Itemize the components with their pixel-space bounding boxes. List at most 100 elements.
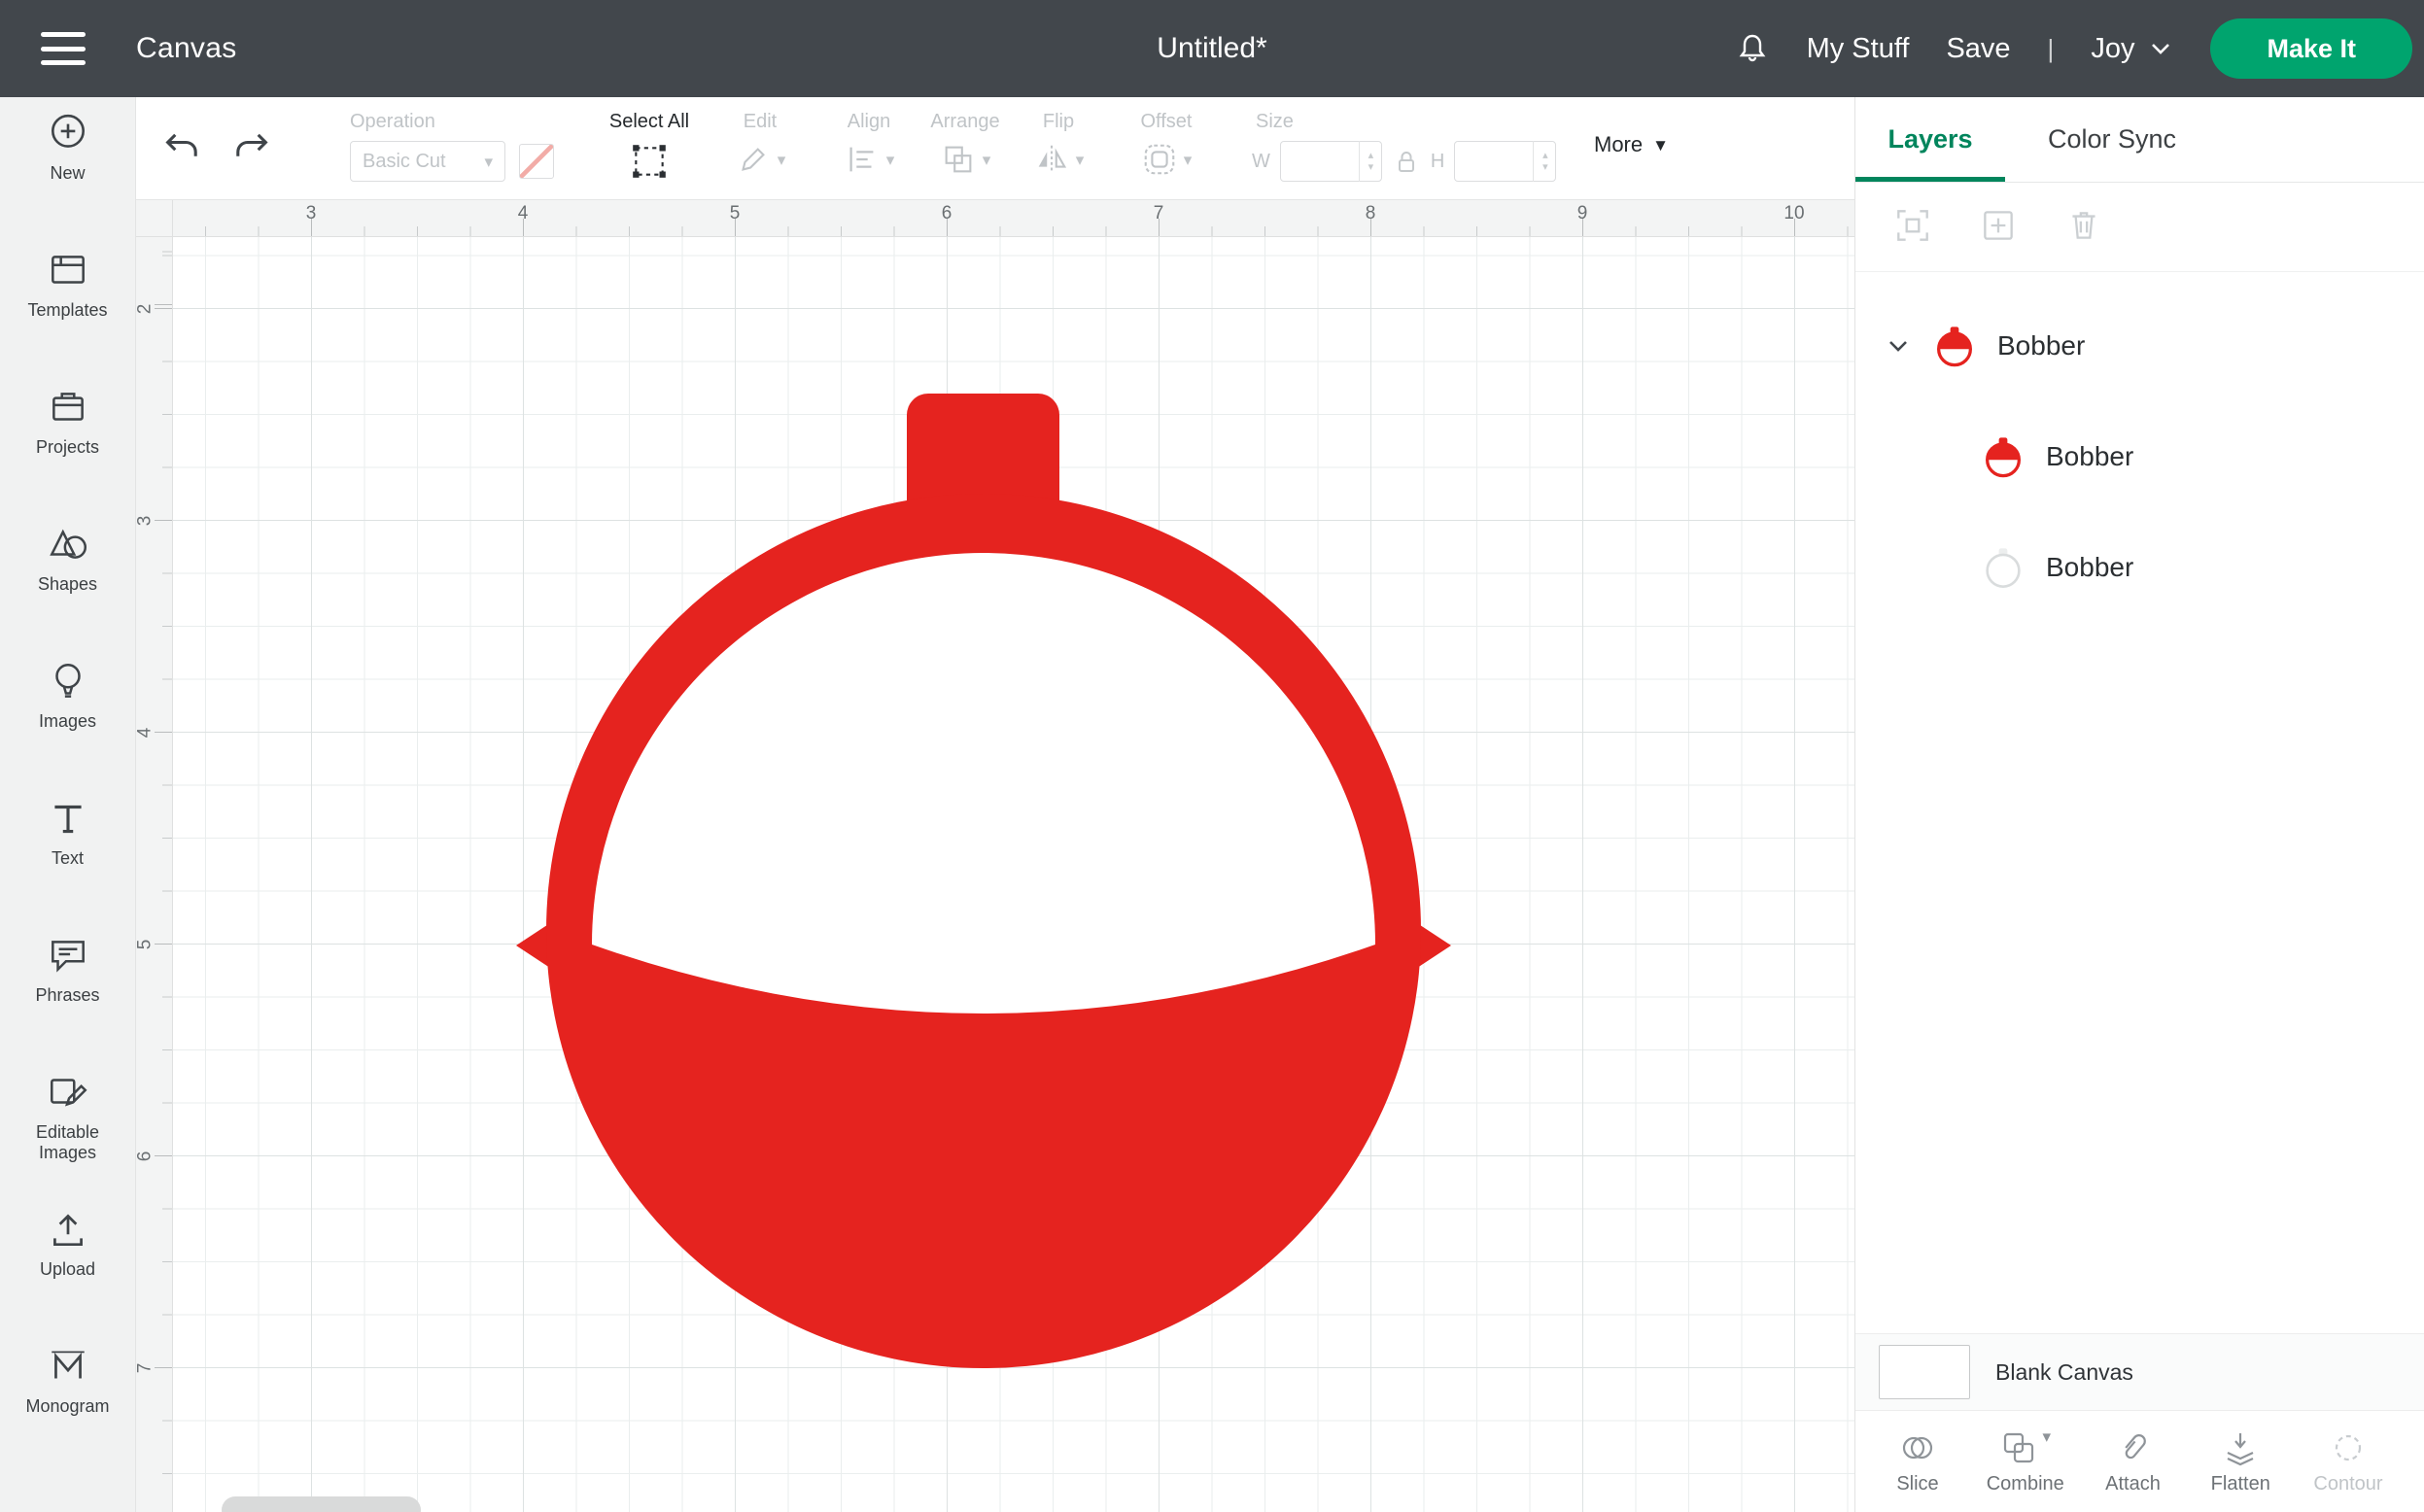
blank-canvas-row[interactable]: Blank Canvas <box>1855 1333 2424 1411</box>
tab-layers[interactable]: Layers <box>1855 97 2005 182</box>
chevron-down-icon <box>2152 44 2170 54</box>
top-bar: Canvas Untitled* My Stuff Save | Joy Mak… <box>0 0 2424 97</box>
bell-icon <box>1739 34 1765 62</box>
ruler-mark: 6 <box>941 203 952 223</box>
pencil-icon <box>741 148 765 171</box>
layer-row[interactable]: Bobber <box>1885 422 2424 492</box>
sidebar-item-new[interactable]: New <box>0 111 135 248</box>
size-group: Size W ▴ ▾ H ▴ ▾ <box>1252 111 1557 182</box>
align-dropdown[interactable]: ▾ <box>828 141 910 178</box>
width-stepper[interactable]: ▴ ▾ <box>1358 141 1382 182</box>
width-label: W <box>1252 150 1270 172</box>
undo-button[interactable] <box>161 126 204 172</box>
chevron-down-icon: ▾ <box>1183 150 1193 169</box>
contour-button[interactable]: Contour <box>2298 1428 2399 1495</box>
monogram-icon <box>51 1351 85 1379</box>
canvas-area[interactable] <box>173 237 1854 1512</box>
notifications-button[interactable] <box>1735 31 1770 66</box>
tab-color-sync[interactable]: Color Sync <box>2038 97 2186 182</box>
arrange-group: Arrange ▾ <box>919 111 1011 178</box>
sidebar-item-projects[interactable]: Projects <box>0 385 135 522</box>
bobber-thumbnail-icon <box>1986 437 2021 478</box>
document-title[interactable]: Untitled* <box>1157 32 1266 65</box>
more-button[interactable]: More ▼ <box>1594 132 1669 157</box>
offset-label: Offset <box>1140 111 1193 132</box>
layer-actions-bar: Slice ▾ Combine Attach Flatten Contour <box>1855 1411 2424 1512</box>
chevron-down-icon: ▾ <box>982 150 991 169</box>
sidebar-item-editable-images[interactable]: Editable Images <box>0 1070 135 1207</box>
sidebar-item-upload[interactable]: Upload <box>0 1207 135 1344</box>
delete-layer-button[interactable] <box>2063 205 2104 249</box>
save-link[interactable]: Save <box>1946 33 2010 65</box>
trash-icon <box>2072 212 2095 239</box>
make-it-button[interactable]: Make It <box>2210 18 2412 79</box>
zoom-control[interactable] <box>222 1496 421 1512</box>
ruler-mark: 7 <box>1153 203 1164 223</box>
offset-group: Offset ▾ <box>1120 111 1213 178</box>
edit-dropdown[interactable]: ▾ <box>719 141 801 178</box>
top-bar-right: My Stuff Save | Joy Make It <box>1735 18 2412 79</box>
slice-button[interactable]: Slice <box>1867 1428 1968 1495</box>
layers-list: Bobber Bobber Bobber <box>1855 272 2424 602</box>
align-group: Align ▾ <box>828 111 910 178</box>
size-lock-button[interactable] <box>1392 146 1421 177</box>
flatten-button[interactable]: Flatten <box>2190 1428 2291 1495</box>
add-layer-icon <box>1984 211 2013 240</box>
bobber-shape[interactable] <box>173 237 1854 1512</box>
sidebar-item-phrases[interactable]: Phrases <box>0 933 135 1070</box>
app-root: Canvas Untitled* My Stuff Save | Joy Mak… <box>0 0 2424 1512</box>
chevron-down-icon: ▾ <box>1075 150 1085 169</box>
user-menu[interactable]: Joy <box>2091 33 2173 65</box>
canvas-color-swatch[interactable] <box>1879 1345 1970 1399</box>
sidebar-item-images[interactable]: Images <box>0 659 135 796</box>
select-all-icon <box>633 145 666 178</box>
divider: | <box>2047 33 2055 63</box>
chevron-down-icon: ▾ <box>2042 1426 2052 1446</box>
sidebar-item-monogram[interactable]: Monogram <box>0 1344 135 1481</box>
layer-group-row[interactable]: Bobber <box>1885 311 2424 381</box>
redo-button[interactable] <box>229 126 272 172</box>
operation-group: Operation Basic Cut ▾ <box>350 111 554 182</box>
new-icon <box>51 114 85 148</box>
group-layers-button[interactable] <box>1892 205 1933 249</box>
color-swatch[interactable] <box>519 144 554 179</box>
offset-icon <box>1144 144 1175 175</box>
editable-images-icon <box>50 1079 87 1107</box>
menu-button[interactable] <box>41 32 86 65</box>
align-label: Align <box>847 111 891 132</box>
lock-icon <box>1398 152 1414 172</box>
sidebar-item-templates[interactable]: Templates <box>0 248 135 385</box>
panel-tabs: Layers Color Sync <box>1855 97 2424 183</box>
ruler-mark: 3 <box>305 203 317 223</box>
layer-name: Bobber <box>1997 330 2086 361</box>
combine-button[interactable]: ▾ Combine <box>1975 1428 2076 1495</box>
ruler-mark: 3 <box>136 515 156 527</box>
ruler-mark: 5 <box>729 203 741 223</box>
undo-icon <box>165 133 197 156</box>
arrange-icon <box>945 146 972 173</box>
sidebar-item-shapes[interactable]: Shapes <box>0 522 135 659</box>
flip-dropdown[interactable]: ▾ <box>1022 141 1094 178</box>
duplicate-layer-button[interactable] <box>1978 205 2019 249</box>
bobber-outline-thumbnail-icon <box>1986 548 2021 588</box>
ruler-mark: 8 <box>1365 203 1376 223</box>
sidebar-item-text[interactable]: Text <box>0 796 135 933</box>
ruler-vertical: 2 3 4 5 6 7 <box>136 237 173 1512</box>
offset-dropdown[interactable]: ▾ <box>1120 141 1213 178</box>
text-icon <box>53 805 82 834</box>
height-stepper[interactable]: ▴ ▾ <box>1533 141 1556 182</box>
chevron-down-icon: ▼ <box>1652 135 1669 155</box>
chevron-down-icon: ▾ <box>777 150 786 169</box>
my-stuff-link[interactable]: My Stuff <box>1807 33 1910 65</box>
align-icon <box>849 147 874 172</box>
operation-dropdown[interactable]: Basic Cut ▾ <box>350 141 505 182</box>
chevron-down-icon[interactable] <box>1885 332 1912 360</box>
layers-panel: Layers Color Sync Bobber Bobber Bobber B… <box>1854 97 2424 1512</box>
canvas-menu[interactable]: Canvas <box>136 32 237 65</box>
attach-button[interactable]: Attach <box>2083 1428 2184 1495</box>
ruler-mark: 4 <box>517 203 529 223</box>
arrange-dropdown[interactable]: ▾ <box>919 141 1011 178</box>
select-all-button[interactable] <box>629 141 670 185</box>
layer-row[interactable]: Bobber <box>1885 533 2424 602</box>
select-all-label: Select All <box>608 111 690 132</box>
